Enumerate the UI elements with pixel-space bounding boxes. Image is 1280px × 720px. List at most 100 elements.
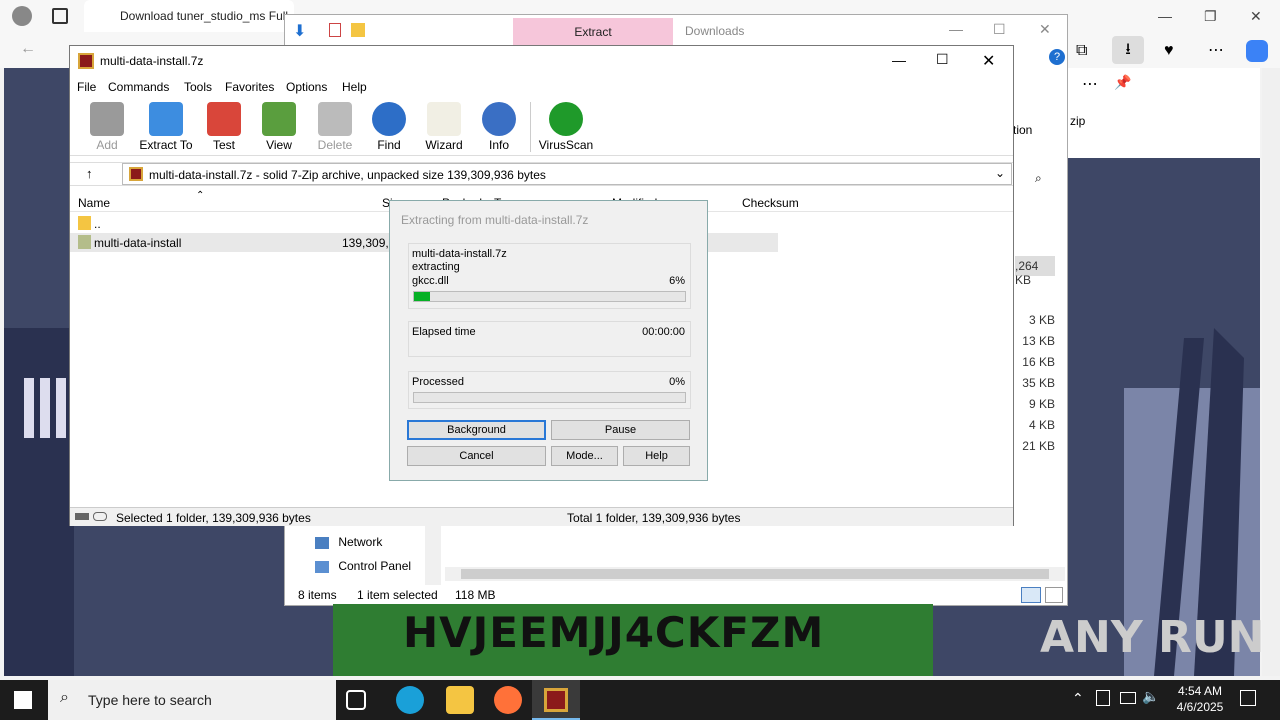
nav-item-label: Control Panel xyxy=(338,559,412,573)
nav-scrollbar[interactable] xyxy=(425,521,441,585)
archive-minimize-button[interactable]: — xyxy=(892,52,906,68)
nav-item-network[interactable]: Network xyxy=(315,535,382,549)
explorer-close-button[interactable]: ✕ xyxy=(1039,21,1051,38)
info-button[interactable]: Info xyxy=(471,100,527,152)
add-label: Add xyxy=(96,138,118,152)
menu-favorites[interactable]: Favorites xyxy=(225,80,274,94)
menu-file[interactable]: File xyxy=(77,80,96,94)
info-label: Info xyxy=(488,138,509,152)
clock[interactable]: 4:54 AM 4/6/2025 xyxy=(1160,683,1240,715)
menu-commands[interactable]: Commands xyxy=(108,80,169,94)
explorer-search-icon[interactable]: ⌕ xyxy=(1035,171,1042,186)
nav-item-control-panel[interactable]: Control Panel xyxy=(315,559,411,573)
profile-icon[interactable] xyxy=(12,6,32,26)
test-button[interactable]: Test xyxy=(196,100,252,152)
more-icon[interactable]: ⋯ xyxy=(1208,40,1224,60)
explorer-maximize-button[interactable]: ☐ xyxy=(993,21,1006,38)
winrar-taskbar-icon xyxy=(544,688,568,712)
network-icon xyxy=(315,536,329,549)
minimize-browser-button[interactable]: — xyxy=(1158,8,1172,24)
virusscan-label: VirusScan xyxy=(538,138,594,152)
extract-to-button[interactable]: Extract To xyxy=(137,100,195,152)
archive-maximize-button[interactable]: ☐ xyxy=(936,51,949,68)
mode-button[interactable]: Mode... xyxy=(551,446,618,466)
extensions-icon[interactable]: ⧉ xyxy=(1076,42,1087,60)
page-scrollbar[interactable] xyxy=(1262,68,1280,676)
tiles-view-icon[interactable] xyxy=(1045,587,1063,603)
add-button[interactable]: Add xyxy=(79,100,135,152)
background-button[interactable]: Background xyxy=(407,420,546,440)
tab-title: Download tuner_studio_ms Full xyxy=(120,9,289,23)
pause-button[interactable]: Pause xyxy=(551,420,690,440)
browser-tab[interactable]: Download tuner_studio_ms Full xyxy=(84,0,294,32)
toolbar: Add Extract To Test View Delete Find Wiz… xyxy=(70,98,1013,156)
search-icon: ⌕ xyxy=(60,689,69,706)
virusscan-button[interactable]: VirusScan xyxy=(536,100,596,152)
taskbar-search[interactable]: ⌕ Type here to search xyxy=(48,680,336,720)
task-view-icon[interactable] xyxy=(346,690,366,710)
copilot-icon[interactable] xyxy=(1246,40,1268,62)
pin-icon[interactable]: 📌 xyxy=(1114,74,1131,91)
view-icon xyxy=(262,102,296,136)
banner: HVJEEMJJ4CKFZM xyxy=(333,604,933,676)
downloads-more-icon[interactable]: ⋯ xyxy=(1082,74,1098,94)
file-size: 9 KB xyxy=(1028,397,1055,411)
edge-icon[interactable] xyxy=(396,686,424,714)
row-name: multi-data-install xyxy=(94,236,182,250)
tray-chevron-icon[interactable]: ⌃ xyxy=(1072,690,1084,707)
column-checksum[interactable]: Checksum xyxy=(742,196,799,210)
find-button[interactable]: Find xyxy=(361,100,417,152)
dialog-title: Extracting from multi-data-install.7z xyxy=(401,213,589,227)
extract-dialog: Extracting from multi-data-install.7z mu… xyxy=(389,200,708,481)
wizard-button[interactable]: Wizard xyxy=(416,100,472,152)
close-browser-button[interactable]: ✕ xyxy=(1250,8,1262,25)
downloads-icon[interactable]: ⭳ xyxy=(1112,36,1144,64)
size-highlight: ,264 KB xyxy=(1015,256,1055,287)
find-label: Find xyxy=(377,138,401,152)
up-folder-icon[interactable]: ↑ xyxy=(86,166,93,181)
file-explorer-icon[interactable] xyxy=(446,686,474,714)
details-view-icon[interactable] xyxy=(1021,587,1041,603)
test-label: Test xyxy=(212,138,235,152)
delete-button[interactable]: Delete xyxy=(307,100,363,152)
menu-tools[interactable]: Tools xyxy=(184,80,212,94)
properties-icon[interactable] xyxy=(329,23,341,37)
menu-help[interactable]: Help xyxy=(342,80,367,94)
start-icon[interactable] xyxy=(14,691,32,709)
address-field[interactable]: multi-data-install.7z - solid 7-Zip arch… xyxy=(122,163,1012,185)
address-dropdown-icon[interactable]: ⌄ xyxy=(995,166,1005,180)
archive-title: multi-data-install.7z xyxy=(100,54,204,68)
address-text: multi-data-install.7z - solid 7-Zip arch… xyxy=(149,168,546,182)
explorer-minimize-button[interactable]: — xyxy=(949,21,963,37)
volume-icon[interactable]: 🔈 xyxy=(1142,688,1159,705)
tab-extract[interactable]: Extract xyxy=(513,18,673,46)
delete-icon xyxy=(318,102,352,136)
tab-actions-icon[interactable] xyxy=(52,8,68,24)
horizontal-scroll-thumb[interactable] xyxy=(461,569,1049,579)
folder-icon[interactable] xyxy=(351,23,365,37)
tray-app-icon[interactable] xyxy=(1096,690,1110,706)
file-size: 35 KB xyxy=(1022,376,1055,390)
taskbar: ⌕ Type here to search ⌃ 🔈 4:54 AM 4/6/20… xyxy=(0,680,1280,720)
column-name[interactable]: Name xyxy=(78,196,110,210)
help-button[interactable]: Help xyxy=(623,446,690,466)
firefox-icon[interactable] xyxy=(494,686,522,714)
status-right: Total 1 folder, 139,309,936 bytes xyxy=(567,511,741,525)
winrar-app-icon xyxy=(78,53,94,69)
view-button[interactable]: View xyxy=(251,100,307,152)
info-icon xyxy=(482,102,516,136)
explorer-help-icon[interactable]: ? xyxy=(1049,49,1065,65)
row-size: 139,309,9 xyxy=(342,236,396,250)
wizard-label: Wizard xyxy=(425,138,463,152)
downloads-side-text: zip xyxy=(1070,114,1086,128)
network-tray-icon[interactable] xyxy=(1120,692,1136,704)
horizontal-scrollbar[interactable] xyxy=(445,567,1065,581)
back-icon[interactable]: ← xyxy=(20,40,36,58)
notification-icon[interactable] xyxy=(1240,690,1256,706)
health-icon[interactable]: ♥ xyxy=(1164,42,1174,60)
archive-close-button[interactable]: ✕ xyxy=(982,51,995,71)
winrar-taskbar-button[interactable] xyxy=(532,680,580,720)
cancel-button[interactable]: Cancel xyxy=(407,446,546,466)
restore-browser-button[interactable]: ❐ xyxy=(1204,8,1217,25)
menu-options[interactable]: Options xyxy=(286,80,327,94)
